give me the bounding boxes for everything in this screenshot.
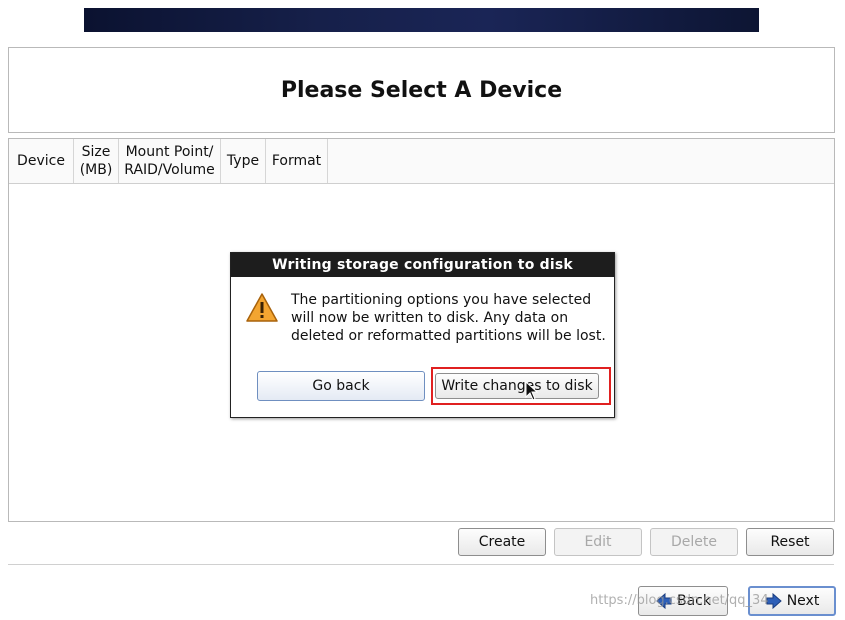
dialog-title: Writing storage configuration to disk [231,253,614,277]
column-header-label: Mount Point/ [125,144,214,160]
next-label: Next [786,593,820,609]
go-back-button[interactable]: Go back [257,371,425,401]
column-header-label: Device [17,153,65,169]
divider [8,564,834,565]
delete-button[interactable]: Delete [650,528,738,556]
column-header-device[interactable]: Device [9,139,74,183]
reset-button[interactable]: Reset [746,528,834,556]
dialog-message: The partitioning options you have select… [291,292,606,344]
column-header-type[interactable]: Type [221,139,266,183]
column-header-label: Format [271,153,322,169]
create-button[interactable]: Create [458,528,546,556]
column-header-mount-point[interactable]: Mount Point/ RAID/Volume [119,139,221,183]
column-header-label-line2: (MB) [79,162,113,178]
edit-button[interactable]: Edit [554,528,642,556]
header-banner [84,8,759,32]
confirm-dialog: Writing storage configuration to disk Th… [230,252,615,418]
column-header-format[interactable]: Format [266,139,328,183]
write-changes-button[interactable]: Write changes to disk [435,373,599,399]
mouse-cursor-icon [525,381,539,401]
column-header-label: Size [81,144,111,160]
table-header: Device Size (MB) Mount Point/ RAID/Volum… [9,139,834,184]
column-header-size[interactable]: Size (MB) [74,139,119,183]
watermark: https://blog.csdn.net/qq_34 [590,593,769,608]
title-panel: Please Select A Device [8,47,835,133]
column-header-label: Type [226,153,260,169]
warning-icon [246,293,278,322]
column-header-label-line2: RAID/Volume [124,162,215,178]
page-title: Please Select A Device [280,77,563,103]
